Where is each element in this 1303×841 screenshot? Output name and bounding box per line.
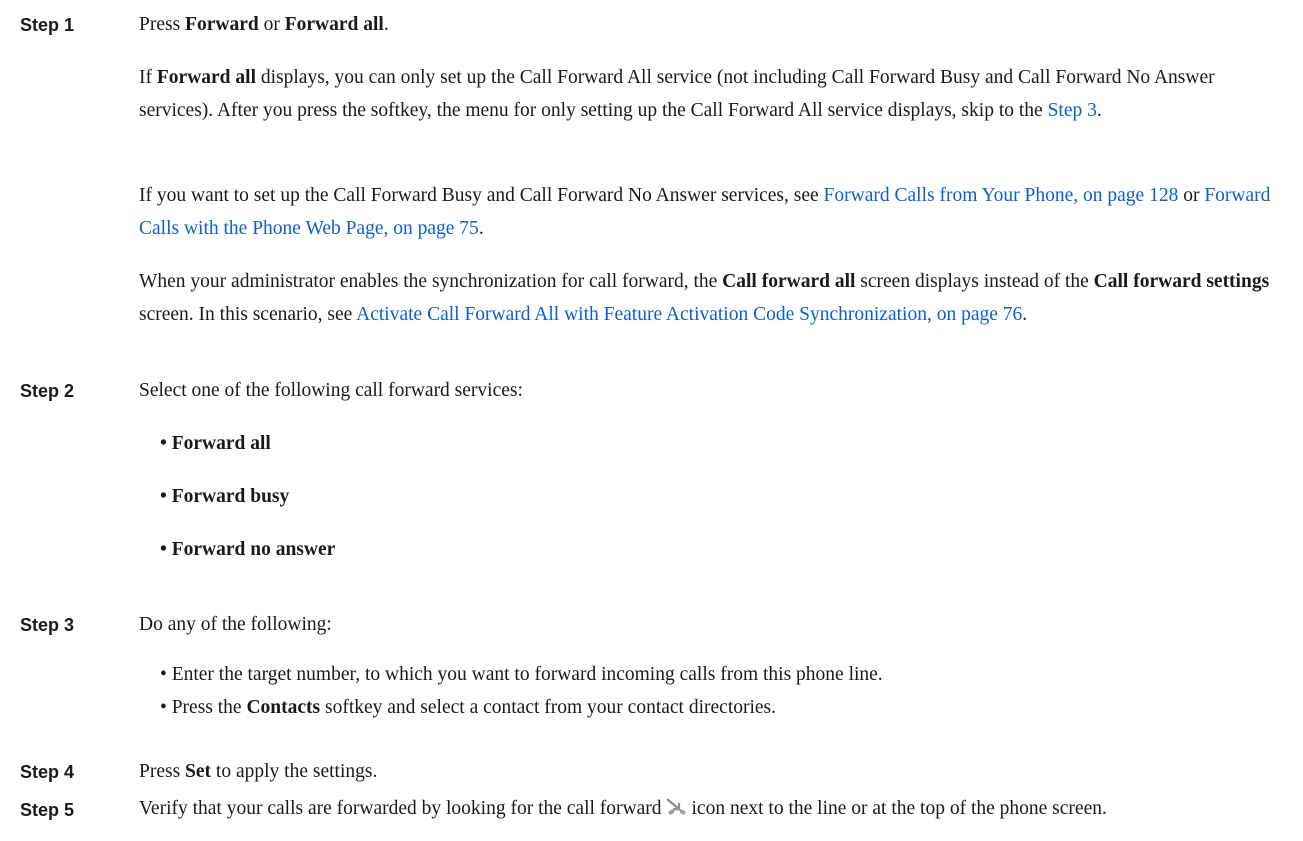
step-4-label: Step 4 <box>20 762 75 782</box>
link-activate-call-forward-all[interactable]: Activate Call Forward All with Feature A… <box>356 304 1022 325</box>
step-1-paragraph-forward-all: If Forward all displays, you can only se… <box>139 67 1215 121</box>
list-item: • Press the Contacts softkey and select … <box>160 697 777 718</box>
step-1-label: Step 1 <box>20 15 75 35</box>
list-item: • Forward no answer <box>160 539 336 560</box>
list-item: • Enter the target number, to which you … <box>160 664 883 685</box>
step-4-text: Press Set to apply the settings. <box>139 761 378 782</box>
step-1-intro: Press Forward or Forward all. <box>139 14 389 35</box>
step-5-label: Step 5 <box>20 800 75 820</box>
step-1-paragraph-busy-no-answer: If you want to set up the Call Forward B… <box>139 185 1271 239</box>
call-forward-icon <box>665 796 689 816</box>
list-item: • Forward all <box>160 433 271 454</box>
step-2-label: Step 2 <box>20 381 75 401</box>
link-forward-calls-from-phone[interactable]: Forward Calls from Your Phone, on page 1… <box>824 185 1179 206</box>
step-5-text: Verify that your calls are forwarded by … <box>139 796 1107 819</box>
step-3-label: Step 3 <box>20 615 75 635</box>
step-3-intro: Do any of the following: <box>139 614 332 635</box>
step-2-intro: Select one of the following call forward… <box>139 380 523 401</box>
list-item: • Forward busy <box>160 486 290 507</box>
step-1-paragraph-synchronization: When your administrator enables the sync… <box>139 271 1270 325</box>
link-step-3[interactable]: Step 3 <box>1048 100 1097 121</box>
